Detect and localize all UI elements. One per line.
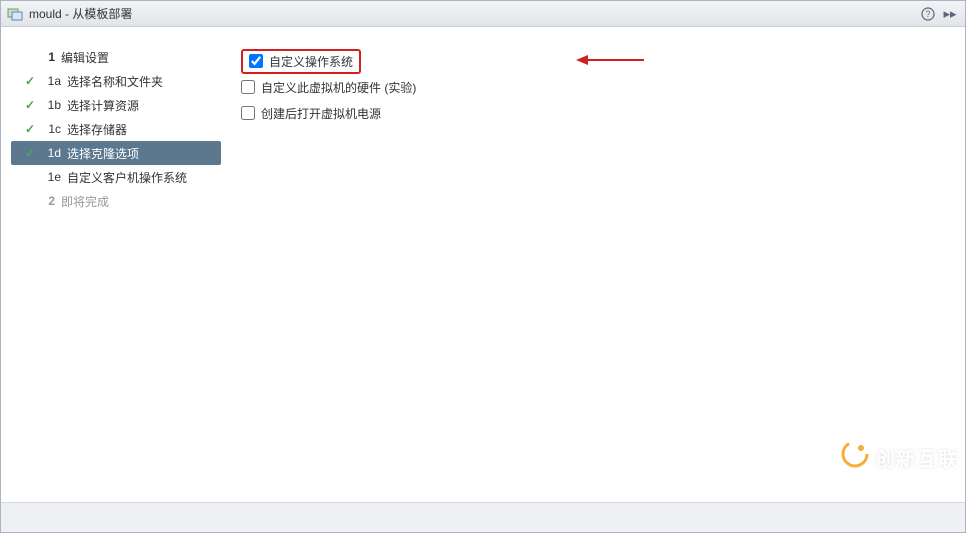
step-number: 2 xyxy=(33,194,55,208)
step-1c-select-storage[interactable]: ✓ 1c 选择存储器 xyxy=(11,117,221,141)
step-number: 1d xyxy=(39,146,61,160)
step-number: 1a xyxy=(39,74,61,88)
watermark-text: 创新互联 xyxy=(875,443,959,472)
step-number: 1 xyxy=(33,50,55,64)
step-1a-select-name-folder[interactable]: ✓ 1a 选择名称和文件夹 xyxy=(11,69,221,93)
wizard-content-panel: 自定义操作系统 自定义此虚拟机的硬件 (实验) 创建后打开虚拟机电源 xyxy=(221,27,965,502)
wizard-steps-sidebar: ✓ 1 编辑设置 ✓ 1a 选择名称和文件夹 ✓ 1b 选择计算资源 ✓ 1c … xyxy=(1,27,221,502)
customize-os-checkbox[interactable] xyxy=(249,54,263,68)
watermark-logo-icon xyxy=(841,440,869,474)
step-number: 1e xyxy=(39,170,61,184)
wizard-body: ✓ 1 编辑设置 ✓ 1a 选择名称和文件夹 ✓ 1b 选择计算资源 ✓ 1c … xyxy=(1,27,965,502)
step-label: 编辑设置 xyxy=(61,49,221,66)
step-1-edit-settings[interactable]: ✓ 1 编辑设置 xyxy=(11,45,221,69)
option-label: 自定义操作系统 xyxy=(269,53,353,70)
svg-text:?: ? xyxy=(925,9,930,19)
check-icon: ✓ xyxy=(21,98,39,112)
option-label: 创建后打开虚拟机电源 xyxy=(261,105,381,122)
check-icon: ✓ xyxy=(21,170,39,184)
option-row: 创建后打开虚拟机电源 xyxy=(241,101,945,125)
option-label: 自定义此虚拟机的硬件 (实验) xyxy=(261,79,416,96)
vm-template-icon xyxy=(7,6,23,22)
step-label: 选择名称和文件夹 xyxy=(67,73,221,90)
step-label: 选择克隆选项 xyxy=(67,145,221,162)
power-on-after-create-checkbox[interactable] xyxy=(241,106,255,120)
step-label: 自定义客户机操作系统 xyxy=(67,169,221,186)
check-icon: ✓ xyxy=(15,50,33,64)
watermark: 创新互联 xyxy=(841,440,959,474)
step-2-ready-to-complete: ✓ 2 即将完成 xyxy=(11,189,221,213)
step-1b-select-compute[interactable]: ✓ 1b 选择计算资源 xyxy=(11,93,221,117)
check-icon: ✓ xyxy=(21,146,39,160)
step-number: 1c xyxy=(39,122,61,136)
customize-hardware-checkbox[interactable] xyxy=(241,80,255,94)
expand-icon[interactable]: ▸▸ xyxy=(941,5,959,23)
wizard-footer xyxy=(1,502,965,532)
step-number: 1b xyxy=(39,98,61,112)
highlight-annotation: 自定义操作系统 xyxy=(241,49,361,74)
step-1d-select-clone-options[interactable]: ✓ 1d 选择克隆选项 xyxy=(11,141,221,165)
window-title: mould - 从模板部署 xyxy=(29,5,915,22)
option-row: 自定义此虚拟机的硬件 (实验) xyxy=(241,75,945,99)
arrow-annotation-icon xyxy=(576,52,646,68)
step-label: 选择计算资源 xyxy=(67,97,221,114)
check-icon: ✓ xyxy=(15,194,33,208)
check-icon: ✓ xyxy=(21,122,39,136)
step-1e-customize-guest-os[interactable]: ✓ 1e 自定义客户机操作系统 xyxy=(11,165,221,189)
deploy-wizard-window: mould - 从模板部署 ? ▸▸ ✓ 1 编辑设置 ✓ 1a 选择名称和文件… xyxy=(0,0,966,533)
help-icon[interactable]: ? xyxy=(919,5,937,23)
titlebar: mould - 从模板部署 ? ▸▸ xyxy=(1,1,965,27)
step-label: 选择存储器 xyxy=(67,121,221,138)
check-icon: ✓ xyxy=(21,74,39,88)
step-label: 即将完成 xyxy=(61,193,221,210)
